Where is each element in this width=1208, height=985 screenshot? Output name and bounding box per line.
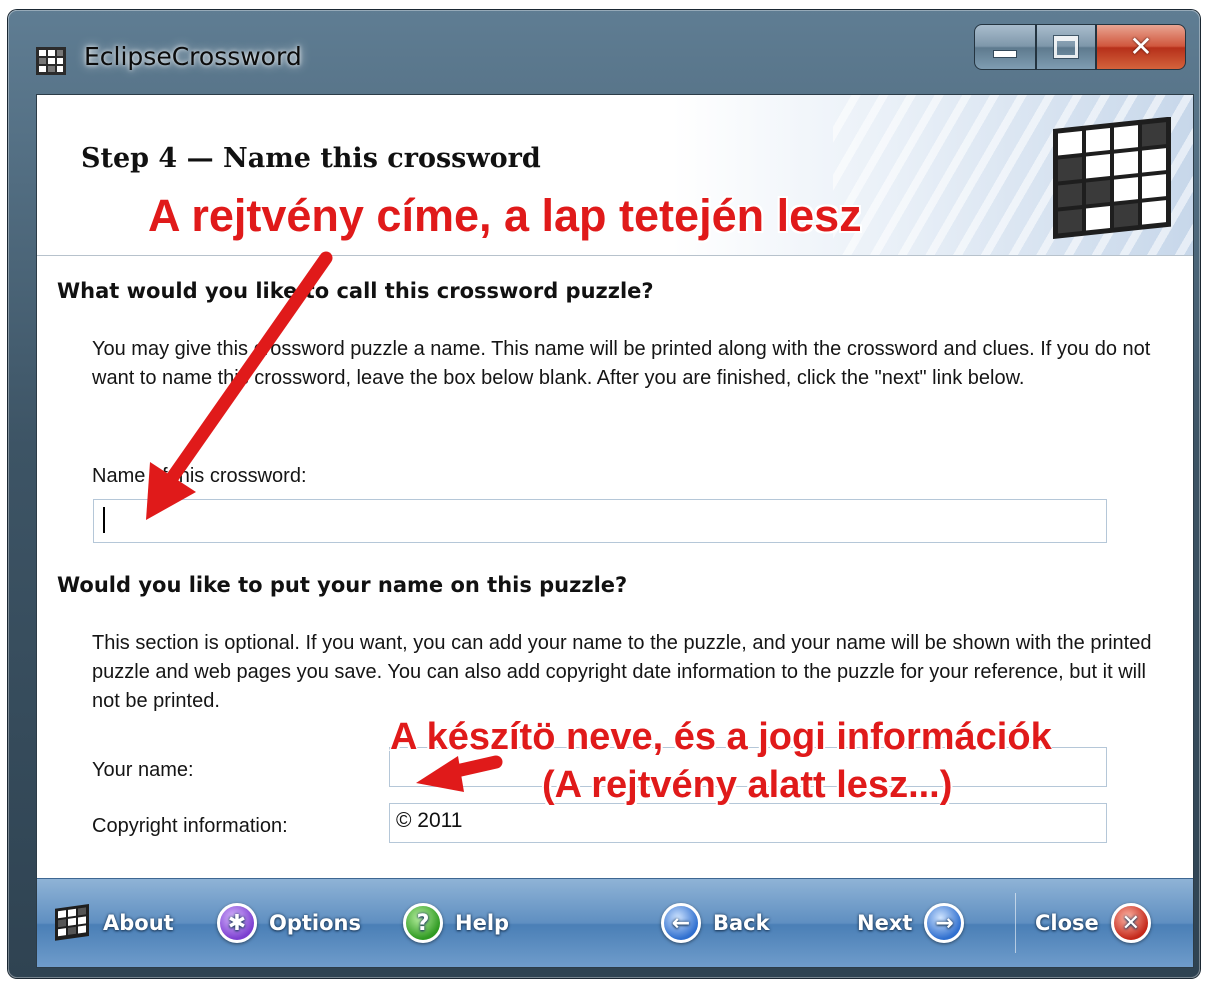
back-button[interactable]: ← Back: [661, 901, 770, 945]
wizard-toolbar: About ✱ Options ? Help ← Back Next → Clo…: [37, 878, 1193, 967]
toolbar-separator: [1015, 893, 1016, 953]
window-title: EclipseCrossword: [84, 42, 302, 71]
minimize-icon: [993, 50, 1017, 58]
help-label: Help: [455, 911, 510, 935]
crossword-name-input[interactable]: [93, 499, 1107, 543]
minimize-button[interactable]: [974, 24, 1036, 70]
about-button[interactable]: About: [53, 901, 174, 945]
step-title: Step 4 — Name this crossword: [81, 143, 541, 174]
back-label: Back: [713, 911, 770, 935]
about-label: About: [103, 911, 174, 935]
maximize-icon: [1054, 36, 1078, 58]
text-caret: [103, 507, 105, 533]
title-annotation: A rejtvény címe, a lap tetején lesz: [148, 190, 862, 241]
help-button[interactable]: ? Help: [403, 901, 509, 945]
next-label: Next: [857, 911, 913, 935]
close-x-icon: ✕: [1129, 30, 1153, 63]
options-icon: ✱: [217, 903, 257, 943]
caption-buttons: ✕: [974, 24, 1186, 74]
copyright-input[interactable]: [389, 803, 1107, 843]
close-button[interactable]: Close ✕: [1035, 901, 1151, 945]
next-button[interactable]: Next →: [857, 901, 965, 945]
close-window-button[interactable]: ✕: [1096, 24, 1186, 70]
title-bar[interactable]: EclipseCrossword ✕: [8, 10, 1200, 90]
copyright-label: Copyright information:: [92, 815, 288, 837]
name-section-heading: What would you like to call this crosswo…: [57, 279, 654, 303]
next-arrow-icon: →: [924, 903, 965, 943]
crossword-grid-logo: [1053, 117, 1171, 239]
close-label: Close: [1035, 911, 1099, 935]
author-section-description: This section is optional. If you want, y…: [92, 632, 1152, 712]
crossword-grid-icon: [55, 903, 89, 941]
options-button[interactable]: ✱ Options: [217, 901, 361, 945]
back-arrow-icon: ←: [661, 903, 701, 943]
close-icon: ✕: [1110, 903, 1151, 943]
author-section-heading: Would you like to put your name on this …: [57, 573, 628, 597]
crossword-grid-icon: [36, 47, 66, 75]
author-annotation-line2: (A rejtvény alatt lesz...): [542, 764, 953, 806]
maximize-button[interactable]: [1036, 24, 1096, 70]
help-icon: ?: [403, 903, 443, 943]
crossword-name-label: Name of this crossword:: [92, 465, 307, 487]
app-window: EclipseCrossword ✕ Step 4 — Name this cr…: [8, 10, 1200, 978]
your-name-label: Your name:: [92, 759, 194, 781]
author-annotation-line1: A készítö neve, és a jogi információk: [390, 716, 1052, 758]
options-label: Options: [269, 911, 361, 935]
name-section-description: You may give this crossword puzzle a nam…: [92, 338, 1151, 389]
